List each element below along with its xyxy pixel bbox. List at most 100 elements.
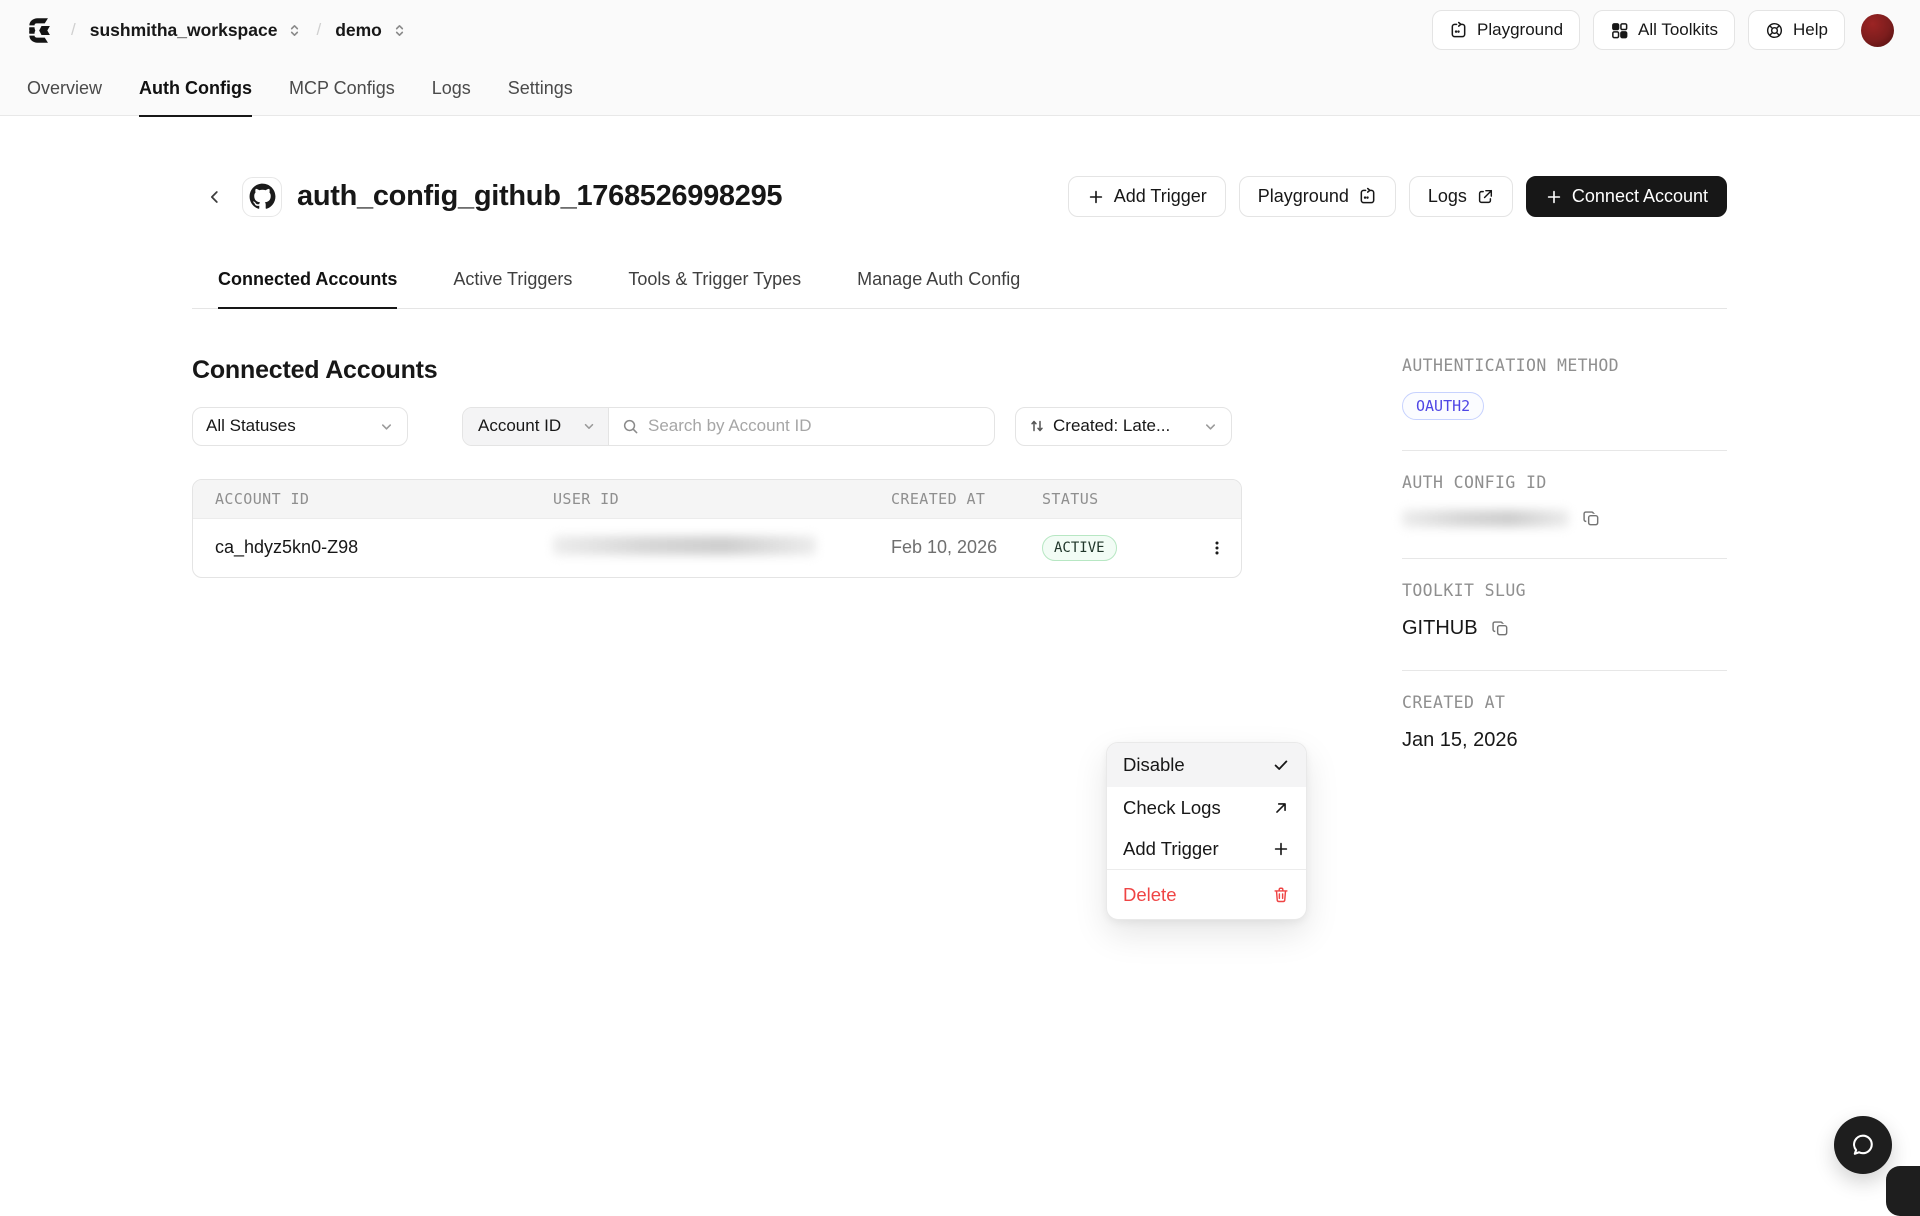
- menu-item-add-trigger[interactable]: Add Trigger: [1107, 828, 1306, 869]
- main-content: auth_config_github_1768526998295 Add Tri…: [0, 176, 1920, 782]
- column-status: STATUS: [1042, 490, 1192, 508]
- tab-manage-auth-config[interactable]: Manage Auth Config: [857, 269, 1020, 308]
- plus-icon: [1272, 840, 1290, 858]
- search-field-select[interactable]: Account ID: [463, 408, 609, 445]
- copy-icon[interactable]: [1582, 509, 1601, 528]
- tab-tools-trigger-types[interactable]: Tools & Trigger Types: [628, 269, 801, 308]
- grid-icon: [1610, 21, 1629, 40]
- copy-icon[interactable]: [1491, 619, 1510, 638]
- tab-connected-accounts[interactable]: Connected Accounts: [218, 269, 397, 309]
- table-header: ACCOUNT ID USER ID CREATED AT STATUS: [193, 480, 1241, 518]
- breadcrumb-workspace[interactable]: sushmitha_workspace: [90, 20, 278, 41]
- chevron-down-icon: [1203, 419, 1218, 434]
- trash-icon: [1272, 886, 1290, 904]
- table-row[interactable]: ca_hdyz5kn0-Z98 Feb 10, 2026 ACTIVE: [193, 518, 1241, 577]
- redacted-user-id: [553, 536, 816, 555]
- status-filter-value: All Statuses: [206, 416, 296, 436]
- cell-user-id: [553, 536, 891, 560]
- app-header: / sushmitha_workspace / demo Playground: [0, 0, 1920, 116]
- lifebuoy-icon: [1765, 21, 1784, 40]
- row-menu-button[interactable]: [1200, 531, 1234, 565]
- breadcrumb-project[interactable]: demo: [335, 20, 382, 41]
- section-title: Connected Accounts: [192, 356, 1242, 385]
- nav-tab-overview[interactable]: Overview: [27, 78, 102, 115]
- plus-icon: [1545, 188, 1563, 206]
- external-link-icon: [1476, 188, 1494, 206]
- column-user-id: USER ID: [553, 490, 891, 508]
- nav-tab-mcp-configs[interactable]: MCP Configs: [289, 78, 395, 115]
- search-input[interactable]: [648, 416, 981, 436]
- toolkit-slug-section: TOOLKIT SLUG GITHUB: [1402, 559, 1727, 671]
- toolkit-slug-label: TOOLKIT SLUG: [1402, 581, 1727, 600]
- page-actions: Add Trigger Playground Logs: [1068, 176, 1727, 217]
- row-context-menu: Disable Check Logs Add Trigger Delete: [1106, 742, 1307, 920]
- project-switcher-icon[interactable]: [392, 23, 407, 38]
- help-button-label: Help: [1793, 20, 1828, 40]
- search-box: [609, 408, 994, 445]
- created-at-section: CREATED AT Jan 15, 2026: [1402, 671, 1727, 782]
- nav-tab-settings[interactable]: Settings: [508, 78, 573, 115]
- oauth2-badge: OAUTH2: [1402, 392, 1484, 420]
- nav-tab-logs[interactable]: Logs: [432, 78, 471, 115]
- cell-created-at: Feb 10, 2026: [891, 537, 1042, 558]
- plus-icon: [1087, 188, 1105, 206]
- menu-item-delete-label: Delete: [1123, 884, 1176, 906]
- top-bar: / sushmitha_workspace / demo Playground: [0, 0, 1920, 60]
- sort-value: Created: Late...: [1053, 416, 1195, 436]
- menu-item-check-logs[interactable]: Check Logs: [1107, 787, 1306, 828]
- logs-button-label: Logs: [1428, 186, 1467, 207]
- chat-launcher-button[interactable]: [1834, 1116, 1892, 1174]
- auth-config-id-section: AUTH CONFIG ID: [1402, 451, 1727, 559]
- corner-widget[interactable]: [1886, 1166, 1920, 1216]
- composio-logo-icon[interactable]: [26, 15, 57, 46]
- nav-tab-auth-configs[interactable]: Auth Configs: [139, 78, 252, 117]
- page-title: auth_config_github_1768526998295: [297, 180, 782, 213]
- cell-status: ACTIVE: [1042, 535, 1192, 561]
- open-logs-button[interactable]: Logs: [1409, 176, 1513, 217]
- connect-account-button-label: Connect Account: [1572, 186, 1708, 207]
- user-avatar[interactable]: [1861, 14, 1894, 47]
- open-playground-button[interactable]: Playground: [1239, 176, 1396, 217]
- filters-bar: All Statuses Account ID: [192, 407, 1242, 446]
- chat-bubble-icon: [1849, 1131, 1877, 1159]
- back-button[interactable]: [200, 182, 230, 212]
- auth-config-id-label: AUTH CONFIG ID: [1402, 473, 1727, 492]
- auth-method-section: AUTHENTICATION METHOD OAUTH2: [1402, 356, 1727, 451]
- all-toolkits-button[interactable]: All Toolkits: [1593, 10, 1735, 50]
- column-created-at: CREATED AT: [891, 490, 1042, 508]
- status-badge: ACTIVE: [1042, 535, 1117, 561]
- connect-account-button[interactable]: Connect Account: [1526, 176, 1727, 217]
- workspace-switcher-icon[interactable]: [287, 23, 302, 38]
- auth-method-label: AUTHENTICATION METHOD: [1402, 356, 1727, 375]
- redacted-auth-config-id: [1402, 510, 1569, 527]
- accounts-table: ACCOUNT ID USER ID CREATED AT STATUS ca_…: [192, 479, 1242, 578]
- chevron-down-icon: [582, 419, 596, 433]
- tab-active-triggers[interactable]: Active Triggers: [453, 269, 572, 308]
- menu-item-add-trigger-label: Add Trigger: [1123, 838, 1219, 860]
- add-trigger-button[interactable]: Add Trigger: [1068, 176, 1226, 217]
- playground-button[interactable]: Playground: [1432, 10, 1580, 50]
- sort-arrows-icon: [1029, 418, 1045, 434]
- config-details-sidebar: AUTHENTICATION METHOD OAUTH2 AUTH CONFIG…: [1402, 356, 1727, 782]
- breadcrumb-separator: /: [316, 20, 321, 40]
- menu-item-disable[interactable]: Disable: [1107, 743, 1306, 787]
- status-filter-select[interactable]: All Statuses: [192, 407, 408, 446]
- sort-select[interactable]: Created: Late...: [1015, 407, 1232, 446]
- column-account-id: ACCOUNT ID: [193, 490, 553, 508]
- check-icon: [1272, 756, 1290, 774]
- menu-item-disable-label: Disable: [1123, 754, 1185, 776]
- page-header: auth_config_github_1768526998295 Add Tri…: [192, 176, 1727, 217]
- search-field-value: Account ID: [478, 416, 561, 436]
- playground-button-label: Playground: [1477, 20, 1563, 40]
- connected-accounts-section: Connected Accounts All Statuses Account …: [192, 356, 1242, 782]
- add-trigger-button-label: Add Trigger: [1114, 186, 1207, 207]
- breadcrumb-separator: /: [71, 20, 76, 40]
- search-icon: [622, 418, 639, 435]
- help-button[interactable]: Help: [1748, 10, 1845, 50]
- menu-item-delete[interactable]: Delete: [1107, 870, 1306, 919]
- playground-icon: [1358, 187, 1377, 206]
- primary-nav: Overview Auth Configs MCP Configs Logs S…: [0, 60, 1920, 115]
- created-at-label: CREATED AT: [1402, 693, 1727, 712]
- search-combo: Account ID: [462, 407, 995, 446]
- all-toolkits-button-label: All Toolkits: [1638, 20, 1718, 40]
